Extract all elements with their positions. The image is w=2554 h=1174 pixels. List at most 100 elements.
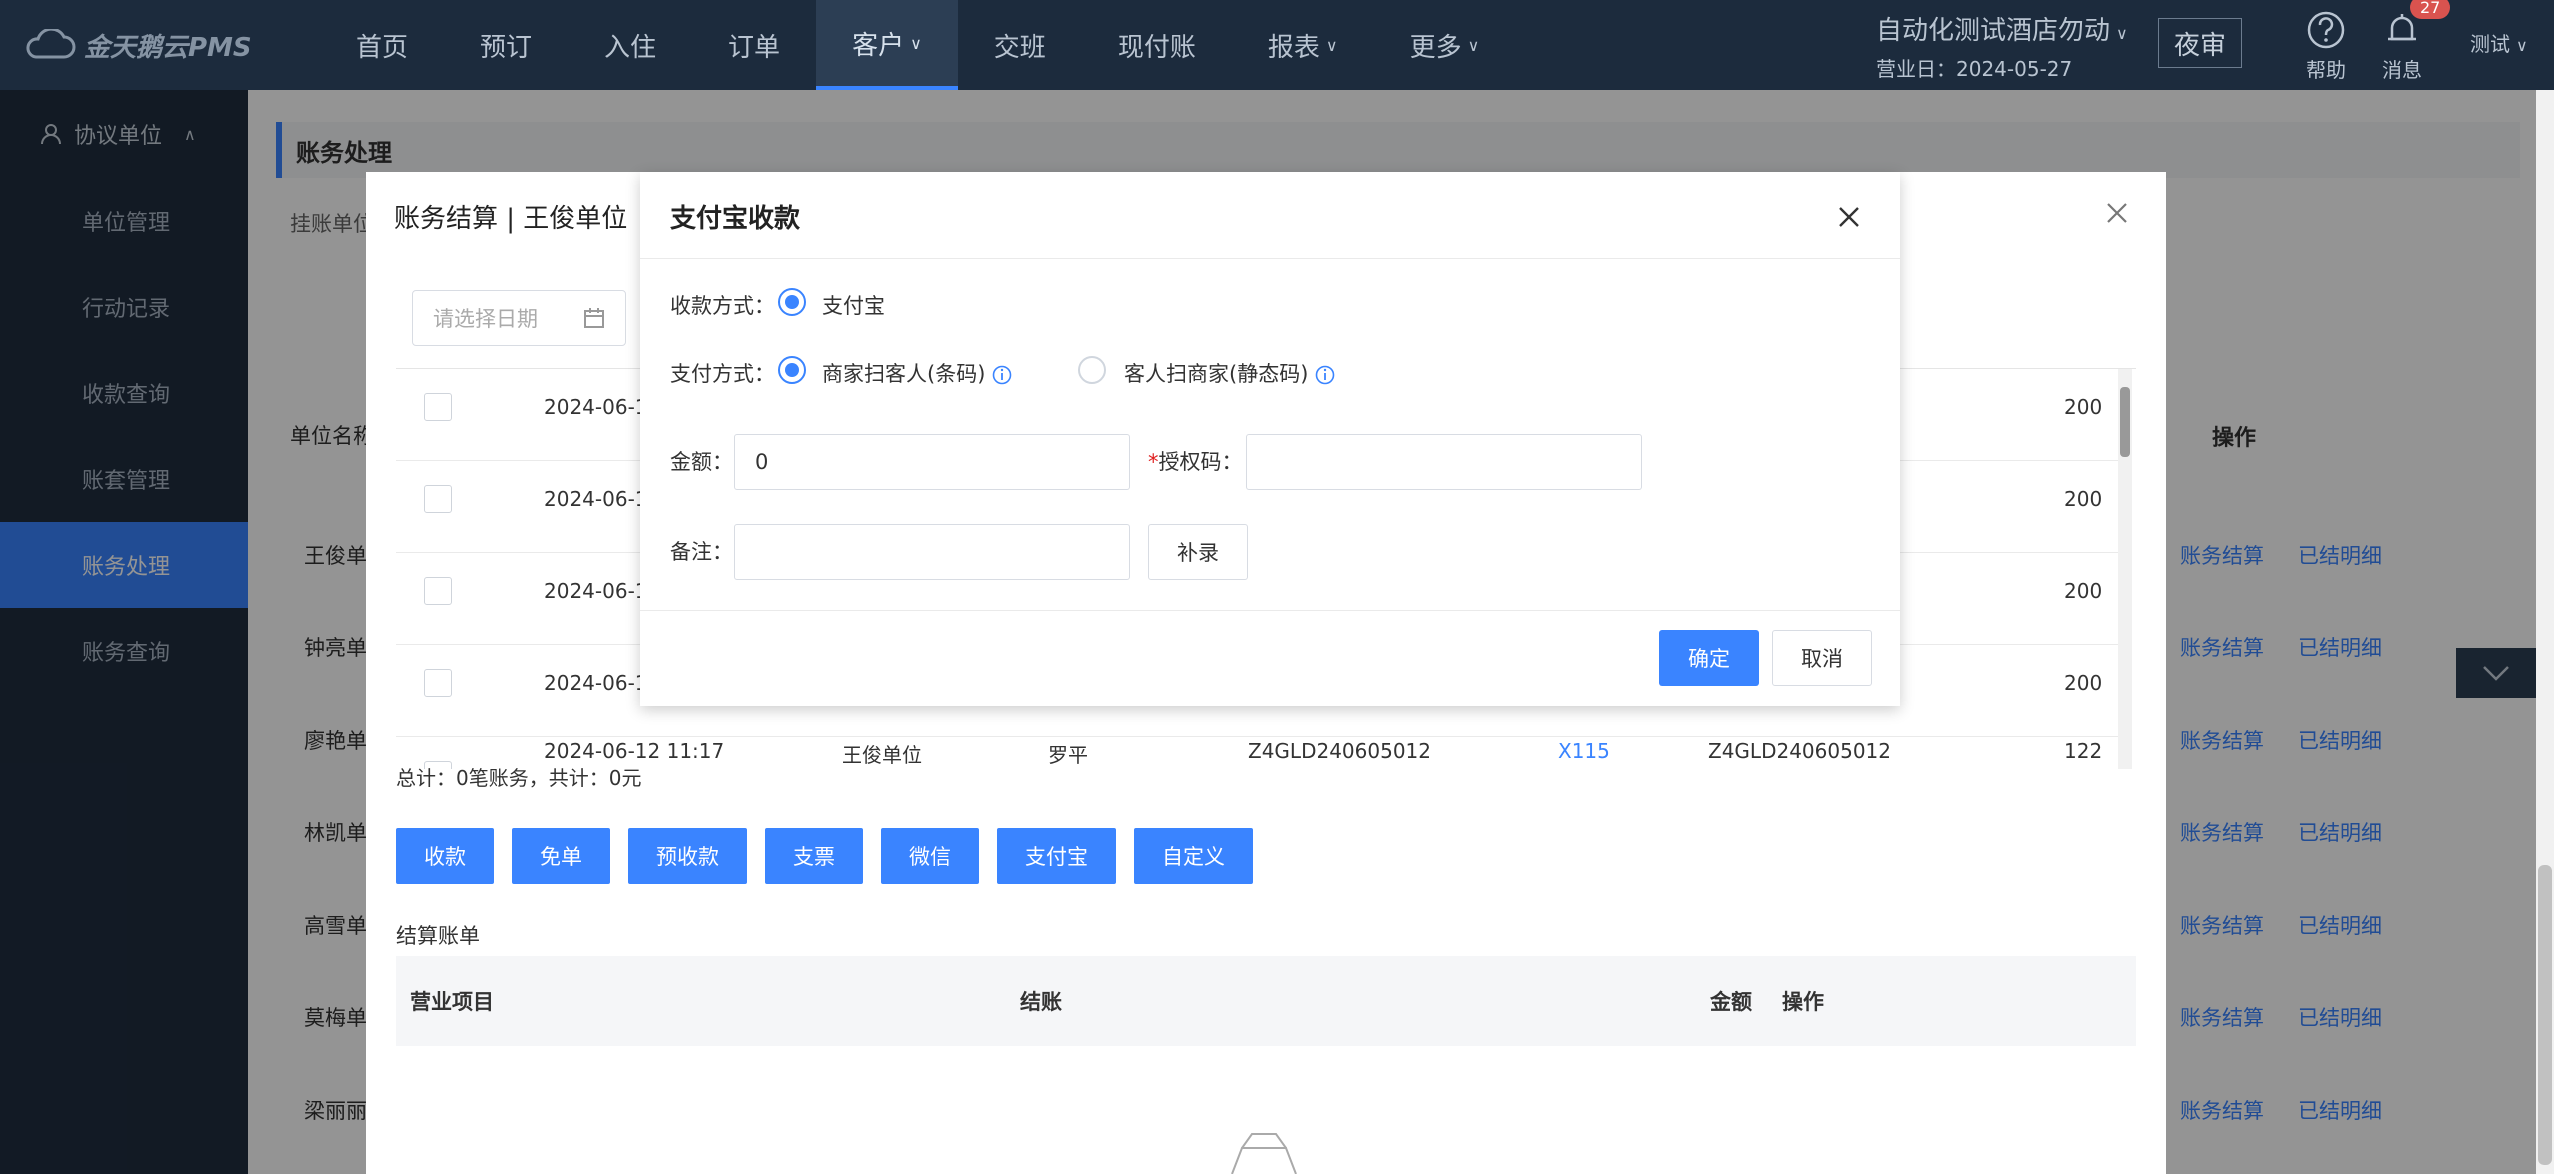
- nav-label: 交班: [993, 32, 1046, 63]
- row-checkbox[interactable]: [424, 669, 452, 697]
- column-header-checkout: 结账: [1020, 990, 1062, 1014]
- nav-label: 订单: [728, 32, 781, 63]
- column-header-operation: 操作: [1782, 990, 1824, 1014]
- cancel-button[interactable]: 取消: [1772, 630, 1872, 686]
- payment-buttons: 收款 免单 预收款 支票 微信 支付宝 自定义: [396, 828, 1271, 884]
- top-navigation-bar: 金天鹅云PMS 首页 预订 入住 订单 客户 ∨ 交班 现付账 报表 ∨ 更多 ∨ 自…: [0, 0, 2554, 90]
- cell-amount: 200: [2064, 487, 2103, 511]
- row-checkbox[interactable]: [424, 485, 452, 513]
- cell-amount: 200: [2064, 579, 2103, 603]
- nav-shift[interactable]: 交班: [958, 0, 1082, 90]
- date-placeholder: 请选择日期: [433, 307, 538, 331]
- chevron-down-icon: ∨: [2116, 24, 2128, 43]
- auth-code-label-text: 授权码：: [1158, 450, 1243, 474]
- cell-order-no: Z4GLD240605012: [1248, 739, 1431, 763]
- info-icon[interactable]: [992, 365, 1012, 385]
- message-count-badge: 27: [2410, 0, 2451, 19]
- nav-cash-account[interactable]: 现付账: [1082, 0, 1232, 90]
- advance-payment-button[interactable]: 预收款: [628, 828, 747, 884]
- nav-customers[interactable]: 客户 ∨: [816, 0, 958, 90]
- radio-customer-scan-label: 客人扫商家(静态码): [1124, 362, 1309, 386]
- nav-home[interactable]: 首页: [320, 0, 444, 90]
- radio-customer-scan[interactable]: [1078, 356, 1106, 384]
- wechat-button[interactable]: 微信: [881, 828, 979, 884]
- remark-label: 备注：: [670, 540, 733, 564]
- divider: [640, 610, 1900, 611]
- business-date: 营业日：2024-05-27: [1876, 57, 2073, 81]
- nav-reservation[interactable]: 预订: [444, 0, 568, 90]
- cell-amount: 200: [2064, 671, 2103, 695]
- app-logo[interactable]: 金天鹅云PMS: [24, 24, 252, 66]
- empty-data-icon: [1231, 1133, 1297, 1174]
- chevron-down-icon: ∨: [910, 33, 922, 53]
- column-header-amount: 金额: [1710, 990, 1752, 1014]
- supplement-button[interactable]: 补录: [1148, 524, 1248, 580]
- collect-button[interactable]: 收款: [396, 828, 494, 884]
- amount-input[interactable]: 0: [734, 434, 1130, 490]
- cell-account-no: Z4GLD240605012: [1708, 739, 1891, 763]
- row-checkbox[interactable]: [424, 393, 452, 421]
- chevron-down-icon: ∨: [1325, 35, 1338, 55]
- close-icon: [2107, 203, 2127, 223]
- cell-amount: 200: [2064, 395, 2103, 419]
- payment-method-label: 支付方式：: [670, 362, 775, 386]
- total-summary: 总计：0笔账务，共计：0元: [396, 766, 642, 790]
- date-picker[interactable]: 请选择日期: [412, 290, 626, 346]
- radio-merchant-scan-option[interactable]: 商家扫客人(条码): [822, 358, 1012, 388]
- table-row[interactable]: 2024-06-12 11:17 王俊单位 罗平 Z4GLD240605012 …: [396, 737, 2118, 769]
- auth-code-label: *授权码：: [1148, 446, 1243, 476]
- nav-checkin[interactable]: 入住: [568, 0, 692, 90]
- nav-label: 更多: [1409, 32, 1462, 63]
- nav-orders[interactable]: 订单: [692, 0, 816, 90]
- remark-input[interactable]: [734, 524, 1130, 580]
- alipay-button[interactable]: 支付宝: [997, 828, 1116, 884]
- radio-alipay-label[interactable]: 支付宝: [822, 290, 885, 320]
- page-scrollbar[interactable]: [2536, 90, 2554, 1174]
- required-marker: *: [1148, 450, 1159, 474]
- auth-code-input[interactable]: [1246, 434, 1642, 490]
- help-icon: [2307, 11, 2345, 49]
- radio-merchant-scan[interactable]: [778, 356, 806, 384]
- radio-customer-scan-option[interactable]: 客人扫商家(静态码): [1124, 358, 1335, 388]
- cell-room-link[interactable]: X115: [1558, 739, 1610, 763]
- messages-label: 消息: [2382, 58, 2422, 82]
- dialog-title: 账务结算 | 王俊单位: [394, 204, 628, 234]
- confirm-button[interactable]: 确定: [1659, 630, 1759, 686]
- column-header-item: 营业项目: [410, 990, 494, 1014]
- amount-label: 金额：: [670, 450, 733, 474]
- night-audit-button[interactable]: 夜审: [2158, 18, 2242, 68]
- scrollbar-thumb[interactable]: [2120, 387, 2130, 457]
- info-icon[interactable]: [1315, 365, 1335, 385]
- nav-label: 预订: [480, 32, 533, 63]
- collection-method-label: 收款方式：: [670, 294, 775, 318]
- scrollbar-thumb[interactable]: [2538, 865, 2552, 1165]
- nav-reports[interactable]: 报表 ∨: [1232, 0, 1374, 90]
- nav-label: 现付账: [1117, 32, 1196, 63]
- cell-date: 2024-06-12 11:17: [544, 739, 725, 763]
- calendar-icon: [584, 308, 604, 328]
- user-menu[interactable]: 测试 ∨: [2470, 28, 2528, 57]
- cloud-logo-icon: [26, 29, 76, 59]
- waive-button[interactable]: 免单: [512, 828, 610, 884]
- radio-alipay[interactable]: [778, 288, 806, 316]
- nav-more[interactable]: 更多 ∨: [1374, 0, 1516, 90]
- help-button[interactable]: 帮助: [2296, 6, 2356, 83]
- cell-guest-name: 罗平: [1048, 743, 1088, 767]
- chevron-down-icon: ∨: [1467, 35, 1480, 55]
- nav-label: 客户: [852, 30, 905, 61]
- close-icon: [1839, 207, 1859, 227]
- check-button[interactable]: 支票: [765, 828, 863, 884]
- main-nav: 首页 预订 入住 订单 客户 ∨ 交班 现付账 报表 ∨ 更多 ∨: [320, 0, 1515, 90]
- messages-button[interactable]: 27 消息: [2372, 0, 2451, 83]
- row-checkbox[interactable]: [424, 577, 452, 605]
- custom-button[interactable]: 自定义: [1134, 828, 1253, 884]
- chevron-down-icon: ∨: [2516, 36, 2528, 55]
- close-button[interactable]: [2106, 202, 2128, 228]
- nav-label: 首页: [356, 32, 409, 63]
- divider: [640, 258, 1900, 259]
- table-scrollbar[interactable]: [2118, 369, 2132, 769]
- alipay-dialog: 支付宝收款 收款方式： 支付宝 支付方式： 商家扫客人(条码) 客人扫商家(静态…: [640, 172, 1900, 706]
- close-button[interactable]: [1838, 206, 1860, 232]
- hotel-selector[interactable]: 自动化测试酒店勿动 ∨ 营业日：2024-05-27: [1876, 10, 2128, 82]
- cell-amount: 122: [2064, 739, 2103, 763]
